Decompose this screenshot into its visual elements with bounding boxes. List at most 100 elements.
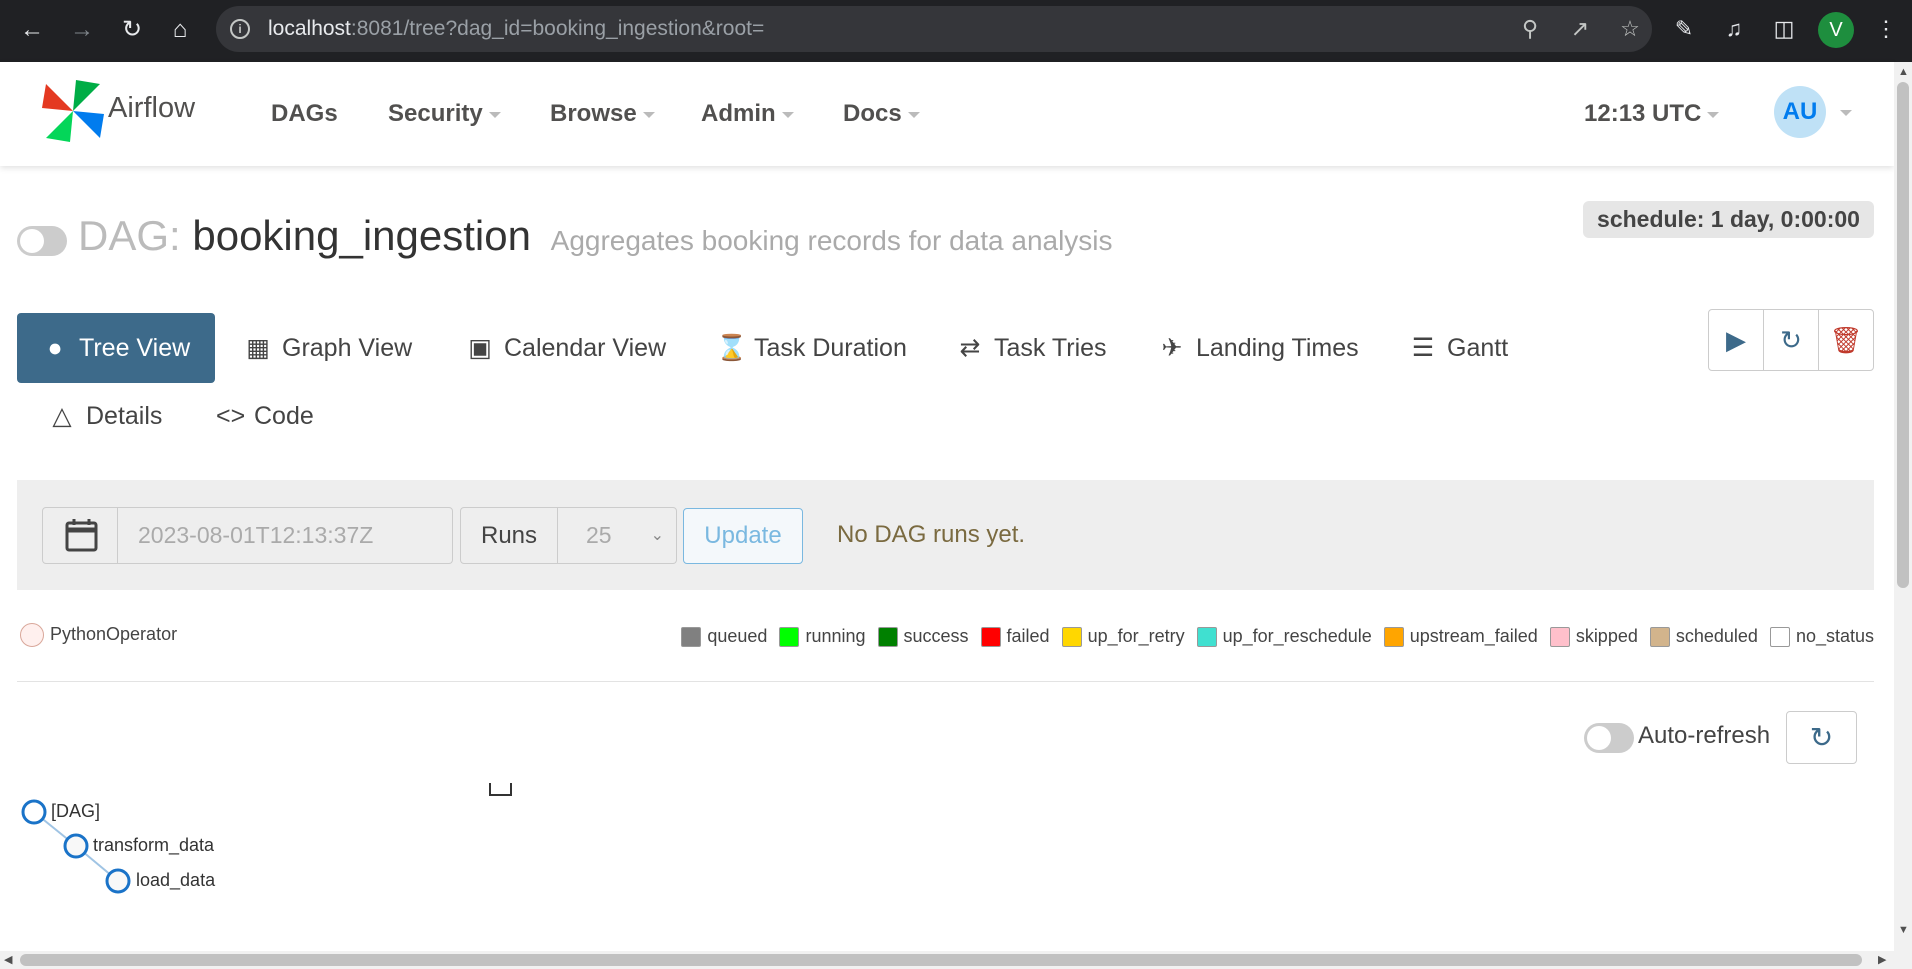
tree-label-dag[interactable]: [DAG] [51,801,100,822]
chevron-down-icon[interactable] [1840,110,1852,116]
nav-security[interactable]: Security [388,100,501,128]
refresh-icon: ↻ [1780,325,1802,355]
legend-swatch [980,626,1001,647]
legend-swatch [779,626,800,647]
nav-admin[interactable]: Admin [701,100,794,128]
airflow-navbar: Airflow DAGs Security Browse Admin Docs … [0,62,1894,166]
dag-pause-toggle[interactable] [17,226,67,256]
date-picker-button[interactable] [42,507,118,564]
tab-code[interactable]: <> Code [216,381,314,451]
tab-tree-view[interactable]: ● Tree View [17,313,215,383]
legend-running: running [779,626,866,647]
runs-label: Runs [460,507,558,564]
refresh-dag-button[interactable]: ↻ [1764,310,1819,370]
legend-swatch [681,626,702,647]
tree-label-load-data[interactable]: load_data [136,870,215,891]
tab-details[interactable]: △ Details [48,381,162,451]
extensions-icon[interactable]: ✎ [1668,13,1700,45]
legend-swatch [877,626,898,647]
update-button[interactable]: Update [683,508,803,564]
tab-calendar-view[interactable]: ▣ Calendar View [466,313,666,383]
divider [17,681,1874,682]
legend-swatch [1649,626,1670,647]
horizontal-scrollbar[interactable]: ◀ ▶ [0,951,1894,969]
share-icon[interactable]: ↗ [1566,15,1594,43]
trash-icon: 🗑 [1829,325,1863,355]
refresh-button[interactable]: ↻ [1786,711,1857,764]
dag-actions: ▶ ↻ 🗑 [1708,309,1874,371]
legend-swatch [1196,626,1217,647]
tab-task-duration[interactable]: ⌛ Task Duration [716,313,907,383]
dag-name: booking_ingestion [192,212,531,259]
kebab-menu-icon[interactable]: ⋮ [1870,13,1902,45]
tree-form: 2023-08-01T12:13:37Z Runs 25 ⌄ Update No… [17,480,1874,590]
legend-swatch [1061,626,1082,647]
nav-docs[interactable]: Docs [843,100,920,128]
legend-success: success [877,626,969,647]
legend-queued: queued [681,626,767,647]
home-icon[interactable]: ⌂ [162,12,198,48]
media-icon[interactable]: ♫ [1718,13,1750,45]
side-panel-icon[interactable]: ◫ [1768,13,1800,45]
zoom-icon[interactable]: ⚲ [1516,15,1544,43]
reload-icon[interactable]: ↻ [114,12,150,48]
nav-browse[interactable]: Browse [550,100,655,128]
tree-icon: ● [47,334,63,362]
tree-node-dag[interactable] [21,799,47,825]
url-text[interactable]: localhost:8081/tree?dag_id=booking_inges… [268,17,764,41]
bookmark-star-icon[interactable]: ☆ [1616,15,1644,43]
auto-refresh-toggle[interactable] [1584,723,1634,753]
legend-skipped: skipped [1549,626,1638,647]
tree-node-transform-data[interactable] [63,833,89,859]
user-avatar[interactable]: AU [1774,86,1826,138]
refresh-icon: ↻ [1809,722,1834,753]
tab-landing-times[interactable]: ✈ Landing Times [1158,313,1359,383]
tab-graph-view[interactable]: ▦ Graph View [244,313,412,383]
legend-upstream-failed: upstream_failed [1383,626,1538,647]
tree-label-transform-data[interactable]: transform_data [93,835,214,856]
calendar-icon [65,519,98,552]
chevron-down-icon [781,111,794,118]
num-runs-select[interactable]: 25 ⌄ [558,507,677,564]
brand-name[interactable]: Airflow [108,92,195,125]
auto-refresh-label: Auto-refresh [1638,722,1771,749]
trigger-dag-button[interactable]: ▶ [1709,310,1764,370]
site-info-icon[interactable]: i [230,19,250,39]
scroll-thumb[interactable] [20,954,1862,966]
base-date-input[interactable]: 2023-08-01T12:13:37Z [118,507,453,564]
legend-no-status: no_status [1769,626,1874,647]
scroll-thumb[interactable] [1897,82,1909,588]
scroll-down-icon[interactable]: ▼ [1898,924,1909,936]
scroll-right-icon[interactable]: ▶ [1878,953,1886,966]
tab-gantt[interactable]: ☰ Gantt [1409,313,1508,383]
legend-swatch [1769,626,1790,647]
forward-icon[interactable]: → [64,12,100,48]
browser-toolbar: ← → ↻ ⌂ i localhost:8081/tree?dag_id=boo… [0,0,1912,62]
legend-up-for-reschedule: up_for_reschedule [1196,626,1372,647]
delete-dag-button[interactable]: 🗑 [1819,310,1873,370]
schedule-badge: schedule: 1 day, 0:00:00 [1583,201,1874,238]
hourglass-icon: ⌛ [716,334,748,362]
chevron-down-icon [907,111,920,118]
airflow-logo-icon[interactable] [40,78,106,144]
legend-swatch [1549,626,1570,647]
address-bar[interactable]: i localhost:8081/tree?dag_id=booking_ing… [216,6,1652,52]
dag-description: Aggregates booking records for data anal… [550,225,1113,256]
vertical-scrollbar[interactable]: ▲ ▼ [1894,62,1912,969]
calendar-icon: ▣ [468,334,492,362]
graph-icon: ▦ [246,334,270,362]
legend-scheduled: scheduled [1649,626,1758,647]
back-icon[interactable]: ← [14,12,50,48]
tree-node-load-data[interactable] [105,868,131,894]
repeat-icon: ⇄ [959,334,981,362]
plane-landing-icon: ✈ [1161,334,1183,362]
scroll-left-icon[interactable]: ◀ [4,953,12,966]
nav-dags[interactable]: DAGs [271,100,338,128]
page-title: DAG: booking_ingestion Aggregates bookin… [78,212,1113,259]
tab-task-tries[interactable]: ⇄ Task Tries [956,313,1107,383]
operator-legend: PythonOperator [20,623,177,647]
scroll-up-icon[interactable]: ▲ [1898,66,1909,78]
profile-avatar[interactable]: V [1818,12,1854,48]
chevron-down-icon: ⌄ [650,527,664,544]
utc-clock[interactable]: 12:13 UTC [1584,100,1720,128]
